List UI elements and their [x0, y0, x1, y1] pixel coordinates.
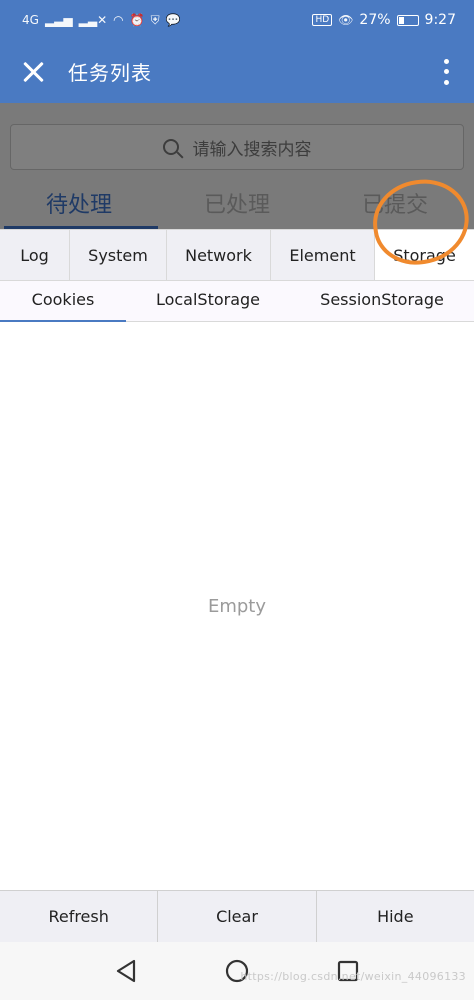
storage-content: Empty — [0, 322, 474, 890]
chat-icon: 💬 — [165, 13, 181, 27]
status-right: HD 👁 27% 9:27 — [312, 12, 456, 28]
storage-subtabs: Cookies LocalStorage SessionStorage — [0, 281, 474, 322]
alarm-icon: ⏰ — [129, 13, 145, 27]
search-placeholder: 请输入搜索内容 — [192, 139, 312, 160]
battery-percent: 27% — [359, 12, 391, 28]
clear-button[interactable]: Clear — [158, 891, 317, 942]
hd-badge: HD — [312, 14, 333, 26]
watermark: https://blog.csdn.net/weixin_44096133 — [240, 970, 466, 983]
page-title: 任务列表 — [68, 61, 152, 85]
refresh-button[interactable]: Refresh — [0, 891, 159, 942]
more-vertical-icon[interactable] — [434, 57, 458, 87]
tab-log[interactable]: Log — [0, 230, 70, 280]
tab-system[interactable]: System — [70, 230, 167, 280]
tab-pending[interactable]: 待处理 — [0, 183, 158, 229]
status-bar: 4G ▂▃▅ ▂▃✕ ◠ ⏰ ⛨ 💬 HD 👁 27% 9:27 — [0, 0, 474, 40]
subtab-sessionstorage[interactable]: SessionStorage — [290, 281, 474, 321]
status-time: 9:27 — [424, 12, 456, 28]
subtab-cookies[interactable]: Cookies — [0, 281, 126, 322]
subtab-localstorage[interactable]: LocalStorage — [126, 281, 290, 321]
back-triangle-icon[interactable] — [111, 956, 141, 986]
network-type: 4G — [22, 13, 39, 27]
signal-off-icon: ▂▃✕ — [78, 13, 108, 27]
shield-icon: ⛨ — [150, 13, 160, 27]
eye-icon: 👁 — [338, 13, 354, 27]
close-icon[interactable] — [20, 59, 46, 85]
tab-element[interactable]: Element — [271, 230, 375, 280]
wifi-icon: ◠ — [113, 13, 124, 27]
tab-processed[interactable]: 已处理 — [158, 183, 316, 229]
app-bar: 任务列表 — [0, 40, 474, 103]
empty-message: Empty — [207, 595, 267, 617]
hide-button[interactable]: Hide — [317, 891, 474, 942]
vconsole-actions: Refresh Clear Hide — [0, 890, 474, 942]
search-input[interactable]: 请输入搜索内容 — [10, 124, 464, 170]
battery-icon — [396, 14, 419, 26]
tab-network[interactable]: Network — [167, 230, 271, 280]
status-left: 4G ▂▃▅ ▂▃✕ ◠ ⏰ ⛨ 💬 — [22, 14, 181, 26]
signal-icon: ▂▃▅ — [44, 13, 73, 27]
search-icon — [162, 139, 179, 155]
